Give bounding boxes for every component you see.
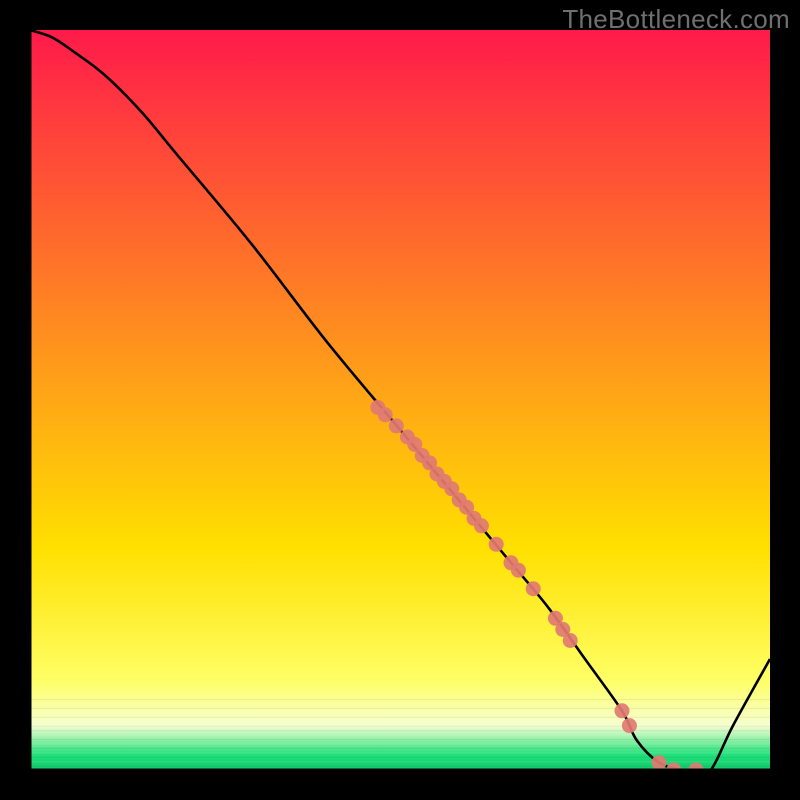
chart-stage: TheBottleneck.com xyxy=(0,0,800,800)
plot-background xyxy=(30,30,770,770)
bottleneck-chart xyxy=(30,30,770,770)
